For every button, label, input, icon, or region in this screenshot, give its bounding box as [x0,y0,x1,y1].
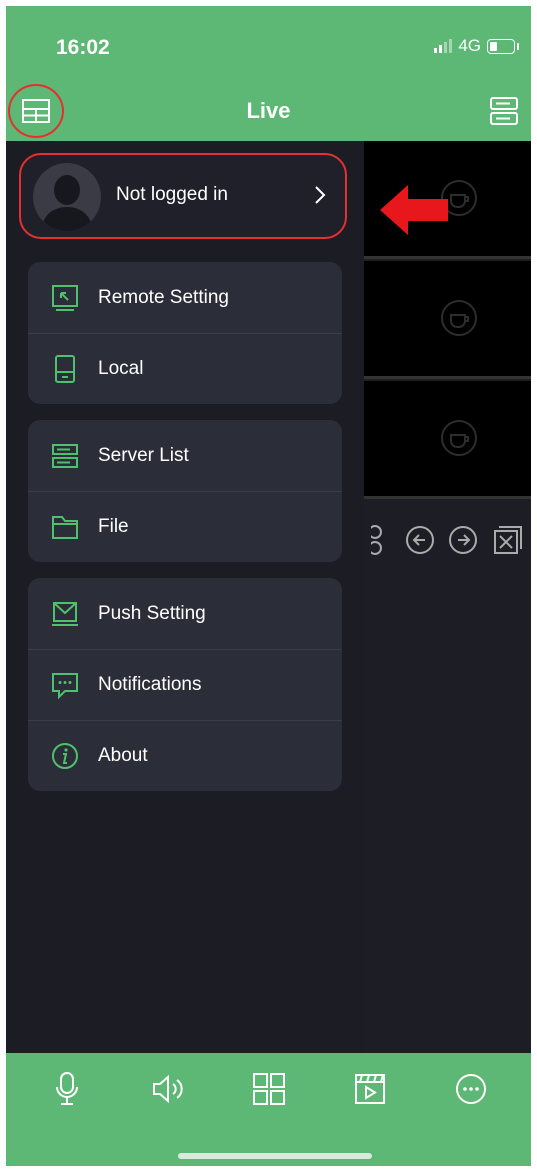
menu-group-3: Push Setting Notifications About [28,578,342,791]
app-frame: 16:02 4G Live Not logged in Remote Setti… [6,6,531,1166]
local-device-icon [50,354,80,384]
network-label: 4G [458,36,481,55]
arrow-left-icon[interactable] [405,525,435,555]
menu-item-local[interactable]: Local [28,333,342,404]
main-content: Not logged in Remote Setting Local Serve… [6,141,531,1053]
video-cell-2[interactable] [364,261,531,379]
menu-item-label: Local [98,357,144,379]
menu-item-label: Notifications [98,673,202,695]
annotation-arrow-icon [380,185,448,235]
grid-icon [252,1073,285,1105]
side-drawer: Not logged in Remote Setting Local Serve… [6,141,364,1053]
server-list-icon [50,441,80,471]
folder-icon [50,512,80,542]
ptz-icon[interactable] [370,523,391,557]
speaker-icon [152,1074,183,1104]
menu-item-remote-setting[interactable]: Remote Setting [28,262,342,333]
arrow-right-icon[interactable] [448,525,478,555]
menu-item-notifications[interactable]: Notifications [28,649,342,720]
server-list-button[interactable] [487,94,521,128]
close-all-icon[interactable] [492,524,524,556]
coffee-placeholder-icon [441,420,477,456]
server-icon [490,97,518,125]
live-preview [364,141,531,1053]
battery-icon [487,38,519,54]
playback-button[interactable] [348,1069,392,1109]
page-title: Live [246,98,291,123]
user-silhouette-icon [41,175,93,231]
notifications-icon [50,670,80,700]
menu-item-about[interactable]: About [28,720,342,791]
microphone-button[interactable] [45,1069,89,1109]
playback-icon [354,1074,385,1104]
push-setting-icon [50,599,80,629]
signal-icon [434,39,453,53]
bottom-toolbar [6,1053,531,1166]
video-cell-3[interactable] [364,381,531,499]
microphone-icon [55,1072,78,1105]
preview-controls [364,515,531,565]
menu-item-server-list[interactable]: Server List [28,420,342,491]
status-indicators: 4G [434,36,519,56]
status-bar: 16:02 4G [6,6,531,84]
info-icon [50,741,80,771]
menu-item-label: About [98,744,148,766]
toolbar-buttons [6,1069,531,1109]
menu-group-1: Remote Setting Local [28,262,342,404]
menu-item-label: Push Setting [98,602,206,624]
status-time: 16:02 [56,36,110,59]
profile-label: Not logged in [116,184,228,205]
chevron-right-icon [315,186,326,204]
top-header: Live [6,84,531,141]
avatar [33,163,101,231]
coffee-placeholder-icon [441,300,477,336]
grid-button[interactable] [247,1069,291,1109]
home-indicator[interactable] [178,1153,372,1159]
speaker-button[interactable] [146,1069,190,1109]
profile-row[interactable]: Not logged in [19,153,347,239]
menu-group-2: Server List File [28,420,342,562]
menu-item-label: Server List [98,444,189,466]
menu-item-label: File [98,515,129,537]
menu-item-file[interactable]: File [28,491,342,562]
more-button[interactable] [449,1069,493,1109]
remote-setting-icon [50,283,80,313]
menu-item-label: Remote Setting [98,286,229,308]
menu-item-push-setting[interactable]: Push Setting [28,578,342,649]
more-icon [455,1074,486,1104]
